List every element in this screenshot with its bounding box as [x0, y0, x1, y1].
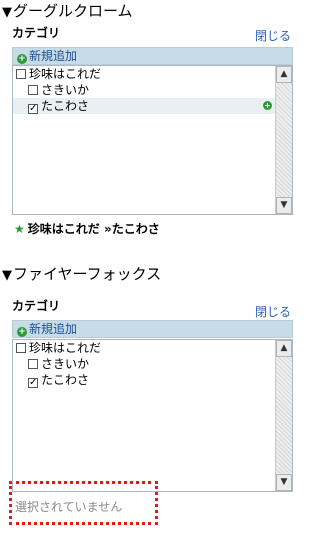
panel-heading: カテゴリ [12, 299, 61, 313]
list-item[interactable]: ✓ たこわさ [13, 372, 275, 388]
no-selection-status: 選択されていません [9, 481, 158, 525]
add-new-button[interactable]: + 新規追加 [12, 47, 293, 65]
firefox-category-panel: カテゴリ 閉じる + 新規追加 珍味はこれだ さきいか ✓ たこわさ ▲ ▼ [12, 298, 293, 494]
add-child-icon[interactable]: + [263, 101, 272, 110]
panel-heading: カテゴリ [12, 26, 61, 40]
check-icon: ✓ [29, 103, 38, 114]
star-icon: ★ [14, 222, 25, 236]
category-list[interactable]: 珍味はこれだ さきいか ✓ たこわさ ▲ ▼ [12, 339, 293, 492]
panel-header: カテゴリ 閉じる [12, 25, 293, 43]
vertical-scrollbar[interactable]: ▲ ▼ [275, 340, 292, 491]
list-item[interactable]: 珍味はこれだ [13, 340, 275, 356]
check-icon: ✓ [29, 377, 38, 388]
triangle-down-icon: ▼ [2, 5, 12, 20]
breadcrumb-separator: » [103, 222, 112, 236]
checkbox[interactable] [28, 359, 38, 369]
plus-circle-icon: + [17, 327, 27, 337]
plus-circle-icon: + [17, 54, 27, 64]
breadcrumb: ★ 珍味はこれだ »たこわさ [14, 220, 160, 237]
list-item[interactable]: さきいか [13, 356, 275, 372]
firefox-section-title: ▼ファイヤーフォックス [2, 265, 162, 283]
breadcrumb-current: たこわさ [111, 222, 160, 236]
add-new-label: 新規追加 [29, 322, 78, 336]
list-item[interactable]: 珍味はこれだ [13, 66, 275, 82]
checkbox-checked[interactable]: ✓ [28, 378, 38, 388]
panel-header: カテゴリ 閉じる [12, 298, 293, 319]
add-new-label: 新規追加 [29, 49, 78, 63]
category-list[interactable]: 珍味はこれだ さきいか ✓ たこわさ + ▲ ▼ [12, 65, 293, 215]
list-item[interactable]: ✓ たこわさ + [13, 98, 275, 114]
chrome-section-title: ▼グーグルクローム [2, 2, 133, 20]
chrome-category-panel: カテゴリ 閉じる + 新規追加 珍味はこれだ さきいか ✓ たこわさ + ▲ ▼ [12, 25, 293, 217]
add-new-button[interactable]: + 新規追加 [12, 320, 293, 338]
scroll-down-button[interactable]: ▼ [276, 474, 292, 491]
close-link[interactable]: 閉じる [255, 303, 291, 320]
vertical-scrollbar[interactable]: ▲ ▼ [275, 66, 292, 214]
scroll-up-button[interactable]: ▲ [276, 66, 292, 83]
checkbox[interactable] [16, 69, 26, 79]
checkbox[interactable] [28, 85, 38, 95]
close-link[interactable]: 閉じる [255, 27, 291, 44]
scroll-down-button[interactable]: ▼ [276, 197, 292, 214]
checkbox-checked[interactable]: ✓ [28, 104, 38, 114]
list-item[interactable]: さきいか [13, 82, 275, 98]
scroll-up-button[interactable]: ▲ [276, 340, 292, 357]
breadcrumb-parent: 珍味はこれだ [27, 222, 100, 236]
triangle-down-icon: ▼ [2, 268, 12, 283]
checkbox[interactable] [16, 343, 26, 353]
